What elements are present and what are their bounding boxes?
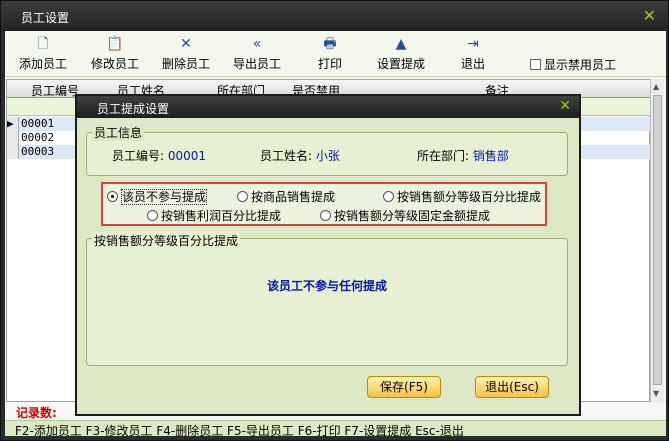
row-emp-id: 00003 xyxy=(21,145,55,158)
scroll-down-icon[interactable]: ▼ xyxy=(653,389,659,398)
window-title: 员工设置 xyxy=(21,11,70,25)
exit-door-icon: ⇥ xyxy=(467,36,479,52)
emp-name-value: 小张 xyxy=(315,149,340,163)
commission-detail-group-label: 按销售额分等级百分比提成 xyxy=(92,232,241,249)
document-icon: 🗋 xyxy=(37,36,49,52)
set-commission-label: 设置提成 xyxy=(377,57,426,71)
emp-name-info: 员工姓名: 小张 xyxy=(260,147,340,164)
radio-circle[interactable] xyxy=(320,210,331,221)
radio-circle[interactable] xyxy=(147,210,158,221)
export-employee-button[interactable]: « 导出员工 xyxy=(233,35,281,72)
radio-by-sales-fixed[interactable]: 按销售额分等级固定金额提成 xyxy=(320,207,490,224)
clipboard-icon: 📋 xyxy=(106,36,124,52)
emp-name-label: 员工姓名: xyxy=(260,149,313,163)
delete-employee-button[interactable]: ✕ 删除员工 xyxy=(162,35,210,72)
radio-label: 按商品销售提成 xyxy=(251,190,336,204)
commission-options-highlight: 该员不参与提成 按商品销售提成 按销售额分等级百分比提成 按销售利润百分比提成 … xyxy=(101,182,547,226)
radio-circle[interactable] xyxy=(383,191,394,202)
employee-info-group-label: 员工信息 xyxy=(92,124,145,141)
delete-employee-label: 删除员工 xyxy=(162,57,211,71)
delete-x-icon: ✕ xyxy=(180,36,192,52)
dialog-title: 员工提成设置 xyxy=(97,102,170,116)
commission-dialog: 员工提成设置 ✕ 员工信息 员工编号: 00001 员工姓名: 小张 所在部门:… xyxy=(75,94,581,416)
double-left-arrow-icon: « xyxy=(252,36,262,52)
vertical-scrollbar[interactable]: ▲ ▼ xyxy=(650,79,664,402)
col-header-emp-id[interactable]: 员工编号 xyxy=(31,82,79,99)
print-button[interactable]: 🖶 打印 xyxy=(318,35,342,72)
row-emp-id: 00002 xyxy=(21,131,55,144)
row-indicator-icon: ▶ xyxy=(7,117,19,131)
radio-by-sales-pct[interactable]: 按销售额分等级百分比提成 xyxy=(383,188,541,205)
emp-id-value: 00001 xyxy=(167,149,207,163)
set-commission-button[interactable]: ▲ 设置提成 xyxy=(377,35,425,72)
toolbar: 🗋 添加员工 📋 修改员工 ✕ 删除员工 « 导出员工 🖶 打印 ▲ 设置提成 xyxy=(5,31,666,77)
radio-label: 按销售利润百分比提成 xyxy=(161,209,282,223)
status-bar-text: F2-添加员工 F3-修改员工 F4-删除员工 F5-导出员工 F6-打印 F7… xyxy=(15,424,464,438)
export-employee-label: 导出员工 xyxy=(233,57,282,71)
save-button[interactable]: 保存(F5) xyxy=(367,376,441,398)
dept-label: 所在部门: xyxy=(417,149,470,163)
checkbox-box[interactable] xyxy=(530,59,541,70)
row-emp-id: 00001 xyxy=(21,117,55,130)
printer-icon: 🖶 xyxy=(323,36,337,52)
dialog-exit-button[interactable]: 退出(Esc) xyxy=(475,376,549,398)
commission-detail-group: 按销售额分等级百分比提成 该员工不参与任何提成 xyxy=(86,232,568,366)
no-commission-message: 该员工不参与任何提成 xyxy=(266,279,387,293)
radio-circle[interactable] xyxy=(237,191,248,202)
radio-label: 按销售额分等级百分比提成 xyxy=(397,190,542,204)
employee-info-group: 员工信息 员工编号: 00001 员工姓名: 小张 所在部门: 销售部 xyxy=(86,124,568,176)
row-indicator xyxy=(7,145,19,159)
edit-employee-label: 修改员工 xyxy=(91,57,140,71)
radio-label: 该员不参与提成 xyxy=(121,189,208,205)
add-employee-button[interactable]: 🗋 添加员工 xyxy=(19,35,67,72)
add-employee-label: 添加员工 xyxy=(19,57,68,71)
edit-employee-button[interactable]: 📋 修改员工 xyxy=(91,35,139,72)
radio-by-product[interactable]: 按商品销售提成 xyxy=(237,188,335,205)
scroll-up-icon[interactable]: ▲ xyxy=(653,82,659,91)
dialog-titlebar: 员工提成设置 ✕ xyxy=(77,96,579,118)
up-triangle-icon: ▲ xyxy=(395,36,407,52)
show-disabled-checkbox[interactable]: 显示禁用员工 xyxy=(530,56,616,73)
radio-label: 按销售额分等级固定金额提成 xyxy=(334,209,491,223)
exit-label: 退出 xyxy=(461,57,486,71)
emp-id-info: 员工编号: 00001 xyxy=(112,147,206,164)
status-bar: F2-添加员工 F3-修改员工 F4-删除员工 F5-导出员工 F6-打印 F7… xyxy=(5,420,666,438)
radio-circle-selected[interactable] xyxy=(107,191,118,202)
print-label: 打印 xyxy=(318,57,343,71)
scrollbar-thumb[interactable] xyxy=(653,95,662,385)
dept-info: 所在部门: 销售部 xyxy=(417,147,509,164)
radio-by-profit-pct[interactable]: 按销售利润百分比提成 xyxy=(147,207,281,224)
exit-button[interactable]: ⇥ 退出 xyxy=(461,35,485,72)
dialog-close-icon[interactable]: ✕ xyxy=(559,98,571,114)
emp-id-label: 员工编号: xyxy=(112,149,165,163)
show-disabled-label: 显示禁用员工 xyxy=(544,58,617,72)
row-indicator xyxy=(7,131,19,145)
dept-value: 销售部 xyxy=(472,149,509,163)
record-count-label: 记录数: xyxy=(16,406,57,420)
window-titlebar: 员工设置 ✕ xyxy=(1,1,668,31)
radio-no-commission[interactable]: 该员不参与提成 xyxy=(107,188,208,205)
window-close-icon[interactable]: ✕ xyxy=(643,6,656,25)
